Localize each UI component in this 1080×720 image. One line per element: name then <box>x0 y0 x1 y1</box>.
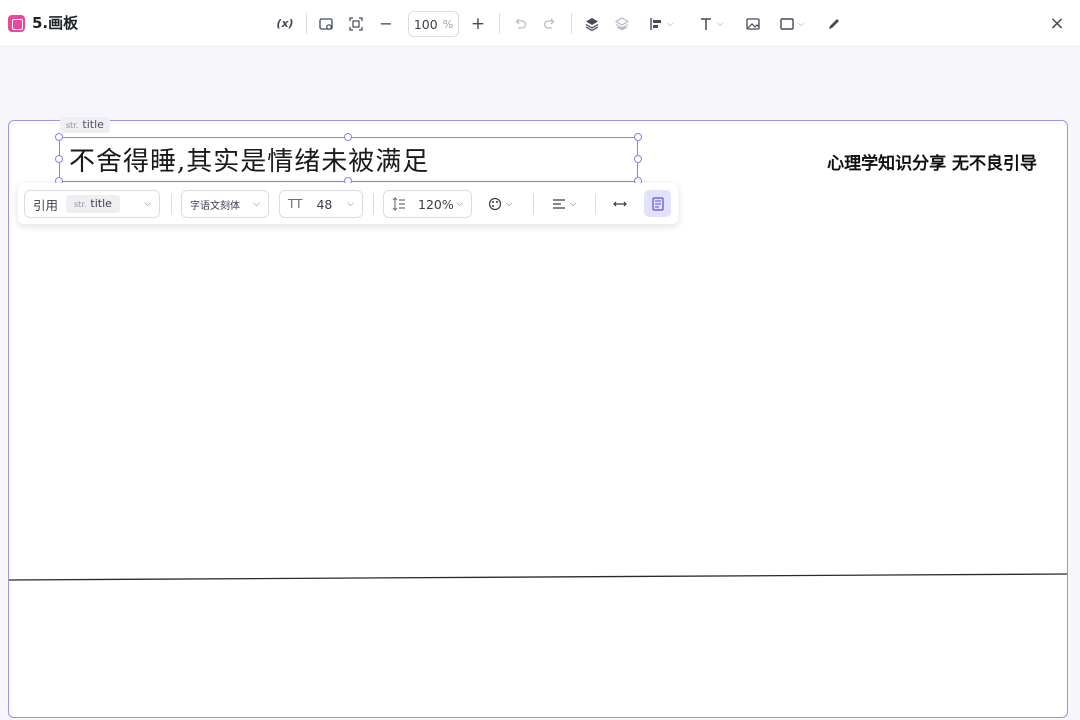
image-tool-icon[interactable] <box>744 12 762 36</box>
divider <box>306 13 307 34</box>
chevron-down-icon: ⌵ <box>144 199 151 209</box>
subtitle-text[interactable]: 心理学知识分享 无不良引导 <box>827 149 1037 174</box>
chevron-down-icon: ⌵ <box>456 199 463 209</box>
line-height-value: 120% <box>418 196 454 212</box>
divider <box>595 194 596 214</box>
variable-button[interactable]: (x) <box>276 12 294 36</box>
chevron-down-icon: ⌵ <box>569 199 577 208</box>
resize-handle[interactable] <box>344 133 352 141</box>
shape-tool-button[interactable]: ⌵ <box>775 12 809 36</box>
bring-front-icon[interactable] <box>583 12 601 36</box>
zoom-input[interactable]: 100 % <box>408 11 459 37</box>
font-size-value: 48 <box>316 196 333 212</box>
align-left-text-icon <box>552 199 565 209</box>
app-title: 5.画板 <box>32 14 79 32</box>
chevron-down-icon: ⌵ <box>347 199 354 209</box>
text-align-button[interactable]: ⌵ <box>548 190 580 218</box>
zoom-unit: % <box>442 17 454 31</box>
text-icon <box>700 18 711 30</box>
zoom-value: 100 <box>413 16 438 32</box>
chevron-down-icon: ⌵ <box>666 19 674 28</box>
chevron-down-icon: ⌵ <box>716 19 724 28</box>
resize-handle[interactable] <box>634 133 642 141</box>
font-family-select[interactable]: 字语文刻体 ⌵ <box>181 190 269 218</box>
zoom-out-button[interactable]: − <box>377 12 395 36</box>
divider <box>499 13 500 34</box>
font-family-value: 字语文刻体 <box>190 200 240 212</box>
font-size-icon: TT <box>288 197 303 211</box>
artboard-settings-icon[interactable] <box>317 12 335 36</box>
palette-icon <box>488 197 502 211</box>
zoom-in-button[interactable]: + <box>469 12 487 36</box>
align-left-icon <box>650 18 661 30</box>
line-height-select[interactable]: 120% ⌵ <box>383 190 472 218</box>
text-tool-button[interactable]: ⌵ <box>695 12 727 36</box>
font-size-select[interactable]: TT 48 ⌵ <box>279 190 363 218</box>
divider <box>171 194 172 214</box>
send-back-icon[interactable] <box>613 12 631 36</box>
app-logo-icon <box>8 15 25 32</box>
chevron-down-icon: ⌵ <box>505 199 513 208</box>
resize-handle[interactable] <box>55 133 63 141</box>
divider <box>533 194 534 214</box>
selection-box[interactable] <box>59 137 638 182</box>
divider <box>571 13 572 34</box>
text-color-button[interactable]: ⌵ <box>484 190 516 218</box>
pen-tool-icon[interactable] <box>825 12 843 36</box>
reference-label: 引用 <box>33 197 59 213</box>
close-button[interactable]: × <box>1048 12 1066 36</box>
chevron-down-icon: ⌵ <box>253 199 260 209</box>
resize-handle[interactable] <box>634 155 642 163</box>
text-block-icon <box>651 196 664 211</box>
fit-screen-icon[interactable] <box>347 12 365 36</box>
selection-variable-tag: str. title <box>60 117 110 133</box>
chevron-down-icon: ⌵ <box>797 19 805 28</box>
fixed-width-button[interactable] <box>644 190 671 217</box>
undo-icon[interactable] <box>511 12 529 36</box>
line-height-icon <box>392 197 405 211</box>
text-format-toolbar: 引用 str. title ⌵ 字语文刻体 ⌵ TT 48 ⌵ 120% ⌵ ⌵ … <box>18 183 678 224</box>
auto-width-icon[interactable] <box>610 190 630 218</box>
align-menu-button[interactable]: ⌵ <box>643 12 679 36</box>
redo-icon[interactable] <box>541 12 559 36</box>
resize-handle[interactable] <box>55 155 63 163</box>
rectangle-icon <box>780 18 794 30</box>
reference-chip: str. title <box>66 195 120 213</box>
divider <box>373 194 374 214</box>
reference-select[interactable]: 引用 str. title ⌵ <box>24 190 160 218</box>
top-toolbar: 5.画板 (x) − 100 % + ⌵ ⌵ ⌵ × <box>0 0 1080 47</box>
